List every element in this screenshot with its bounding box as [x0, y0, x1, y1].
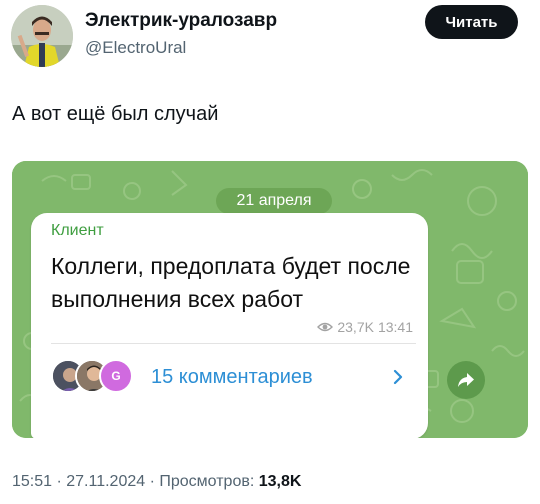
author-avatar[interactable] [11, 5, 73, 67]
author-avatar-image [11, 5, 73, 67]
date-chip: 21 апреля [216, 188, 332, 214]
chevron-right-icon[interactable] [392, 368, 404, 386]
commenter-avatar-initial: G [99, 359, 133, 393]
views-count: 23,7K [337, 319, 374, 335]
divider [51, 343, 416, 344]
eye-icon [317, 322, 334, 332]
message-time: 13:41 [377, 319, 413, 335]
tweet-views-count: 13,8K [258, 473, 302, 490]
comments-link[interactable]: 15 комментариев [151, 366, 313, 389]
message-bubble: Клиент Коллеги, предоплата будет после в… [31, 213, 428, 438]
tweet-media-image[interactable]: 21 апреля Клиент Коллеги, предоплата буд… [12, 161, 528, 438]
message-text: Коллеги, предоплата будет после выполнен… [51, 253, 411, 312]
tweet-text: А вот ещё был случай [12, 103, 219, 125]
share-button[interactable] [447, 361, 485, 399]
author-name[interactable]: Электрик-уралозавр [85, 10, 277, 32]
tweet-timestamp[interactable]: 15:51 · 27.11.2024 · Просмотров: [12, 473, 254, 490]
message-sender[interactable]: Клиент [51, 222, 104, 240]
author-handle[interactable]: @ElectroUral [85, 38, 186, 58]
message-meta: 23,7K 13:41 [317, 319, 413, 335]
share-arrow-icon [458, 373, 474, 387]
comments-row[interactable]: G 15 комментариев [51, 347, 416, 395]
tweet-footer: 15:51 · 27.11.2024 · Просмотров: 13,8K [12, 473, 301, 491]
follow-button[interactable]: Читать [425, 5, 518, 39]
